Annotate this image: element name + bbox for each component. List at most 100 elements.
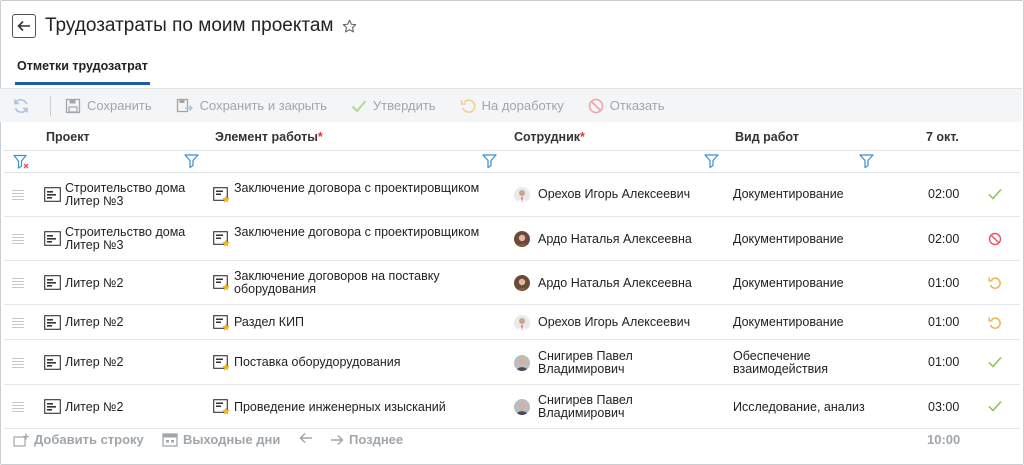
save-button[interactable]: Сохранить bbox=[65, 98, 152, 114]
rework-status-icon[interactable] bbox=[988, 276, 1002, 293]
column-header-work-item[interactable]: Элемент работы* bbox=[215, 130, 323, 144]
rejected-status-icon[interactable] bbox=[988, 232, 1002, 249]
arrow-left-icon bbox=[17, 20, 30, 32]
tabs-bar: Отметки трудозатрат bbox=[15, 59, 150, 87]
grid-body: Строительство дома Литер №3 Заключение дог… bbox=[4, 172, 1020, 429]
table-row[interactable]: Литер №2 Поставка оборудорудования Снигире… bbox=[4, 340, 1020, 385]
work-item-cell[interactable]: Поставка оборудорудования bbox=[234, 356, 401, 369]
column-header-work-type[interactable]: Вид работ bbox=[735, 130, 799, 144]
column-header-employee[interactable]: Сотрудник* bbox=[514, 130, 585, 144]
column-header-project[interactable]: Проект bbox=[46, 130, 90, 144]
work-type-cell[interactable]: Исследование, анализ bbox=[733, 400, 865, 414]
tab-labor-marks[interactable]: Отметки трудозатрат bbox=[15, 59, 150, 85]
approve-label: Утвердить bbox=[372, 98, 436, 113]
employee-cell[interactable]: Ардо Наталья Алексеевна bbox=[538, 232, 692, 246]
grid-header-row: Проект Элемент работы* Сотрудник* Вид ра… bbox=[4, 124, 1020, 150]
employee-cell[interactable]: Снигирев Павел Владимирович bbox=[538, 394, 633, 420]
total-hours: 10:00 bbox=[927, 432, 961, 447]
project-cell[interactable]: Литер №2 bbox=[65, 356, 124, 369]
undo-icon bbox=[460, 98, 476, 113]
project-cell[interactable]: Строительство дома Литер №3 bbox=[65, 181, 185, 208]
grid-footer: Добавить строку Выходные дни Позднее 10:… bbox=[0, 426, 1022, 452]
work-item-cell[interactable]: Раздел КИП bbox=[234, 316, 304, 329]
avatar bbox=[514, 275, 530, 291]
table-row[interactable]: Строительство дома Литер №3 Заключение дог… bbox=[4, 172, 1020, 217]
rework-status-icon[interactable] bbox=[988, 316, 1002, 333]
required-mark: * bbox=[317, 130, 323, 144]
table-row[interactable]: Строительство дома Литер №3 Заключение дог… bbox=[4, 217, 1020, 261]
project-cell[interactable]: Литер №2 bbox=[65, 276, 124, 290]
filter-icon[interactable] bbox=[859, 154, 874, 171]
work-item-cell[interactable]: Проведение инженерных изысканий bbox=[234, 400, 446, 414]
favorite-star-icon[interactable] bbox=[342, 19, 357, 34]
work-type-cell[interactable]: Документирование bbox=[733, 276, 844, 290]
work-item-cell[interactable]: Заключение договора с проектировщиком bbox=[234, 226, 479, 239]
table-row[interactable]: Литер №2 Заключение договоров на поставку… bbox=[4, 261, 1020, 305]
table-row[interactable]: Литер №2 Раздел КИП Орехов Игорь Алексееви… bbox=[4, 305, 1020, 340]
hours-cell[interactable]: 01:00 bbox=[928, 316, 959, 329]
column-header-date[interactable]: 7 окт. bbox=[926, 130, 959, 144]
work-item-icon bbox=[213, 231, 231, 250]
employee-cell[interactable]: Снигирев Павел Владимирович bbox=[538, 349, 633, 376]
add-row-button[interactable]: Добавить строку bbox=[13, 432, 144, 447]
drag-handle-icon[interactable] bbox=[12, 317, 24, 330]
filter-icon[interactable] bbox=[482, 154, 497, 171]
project-cell[interactable]: Строительство дома Литер №3 bbox=[65, 226, 185, 252]
project-icon bbox=[44, 231, 61, 249]
hours-cell[interactable]: 02:00 bbox=[928, 188, 959, 201]
work-item-icon bbox=[213, 186, 231, 206]
project-icon bbox=[44, 354, 61, 373]
calendar-icon bbox=[162, 433, 178, 447]
page-header: Трудозатраты по моим проектам bbox=[12, 12, 357, 40]
previous-button[interactable] bbox=[299, 432, 318, 444]
approved-status-icon[interactable] bbox=[988, 356, 1002, 371]
later-label: Позднее bbox=[349, 432, 404, 447]
drag-handle-icon[interactable] bbox=[12, 402, 24, 414]
clear-filter-icon[interactable] bbox=[13, 154, 31, 173]
employee-cell[interactable]: Ардо Наталья Алексеевна bbox=[538, 276, 692, 290]
approved-status-icon[interactable] bbox=[988, 400, 1002, 415]
work-item-cell[interactable]: Заключение договоров на поставку оборудов… bbox=[234, 270, 440, 296]
drag-handle-icon[interactable] bbox=[12, 234, 24, 246]
work-type-cell[interactable]: Обеспечение взаимодействия bbox=[733, 349, 828, 376]
rework-label: На доработку bbox=[481, 98, 564, 113]
approve-button[interactable]: Утвердить bbox=[351, 98, 436, 113]
approved-status-icon[interactable] bbox=[988, 188, 1002, 203]
employee-cell[interactable]: Орехов Игорь Алексеевич bbox=[538, 188, 690, 201]
employee-cell[interactable]: Орехов Игорь Алексеевич bbox=[538, 316, 690, 329]
refresh-icon bbox=[14, 98, 28, 113]
filter-icon[interactable] bbox=[184, 154, 199, 171]
rework-button[interactable]: На доработку bbox=[460, 98, 564, 114]
table-row[interactable]: Литер №2 Проведение инженерных изысканий С… bbox=[4, 385, 1020, 429]
add-row-label: Добавить строку bbox=[34, 432, 144, 447]
hours-cell[interactable]: 01:00 bbox=[928, 356, 959, 369]
save-close-button[interactable]: Сохранить и закрыть bbox=[176, 98, 327, 114]
reject-button[interactable]: Отказать bbox=[588, 98, 665, 114]
arrow-left-icon bbox=[299, 432, 312, 444]
hours-cell[interactable]: 02:00 bbox=[928, 232, 959, 246]
drag-handle-icon[interactable] bbox=[12, 357, 24, 370]
hours-cell[interactable]: 01:00 bbox=[928, 276, 959, 290]
filter-icon[interactable] bbox=[704, 154, 719, 171]
work-type-cell[interactable]: Документирование bbox=[733, 188, 844, 201]
avatar bbox=[514, 231, 530, 247]
checkmark-icon bbox=[351, 99, 367, 112]
later-button[interactable]: Позднее bbox=[330, 432, 403, 447]
project-cell[interactable]: Литер №2 bbox=[65, 400, 124, 414]
drag-handle-icon[interactable] bbox=[12, 278, 24, 290]
floppy-disk-icon bbox=[65, 98, 81, 113]
work-type-cell[interactable]: Документирование bbox=[733, 232, 844, 246]
days-off-label: Выходные дни bbox=[183, 432, 281, 447]
back-button[interactable] bbox=[12, 14, 36, 38]
filter-row bbox=[4, 150, 1020, 173]
avatar bbox=[514, 399, 530, 415]
refresh-button[interactable] bbox=[12, 97, 36, 115]
hours-cell[interactable]: 03:00 bbox=[928, 400, 959, 414]
work-item-cell[interactable]: Заключение договора с проектировщиком bbox=[234, 181, 479, 195]
save-label: Сохранить bbox=[87, 98, 152, 113]
project-cell[interactable]: Литер №2 bbox=[65, 316, 124, 329]
work-type-cell[interactable]: Документирование bbox=[733, 316, 844, 329]
work-item-icon bbox=[213, 354, 231, 374]
days-off-button[interactable]: Выходные дни bbox=[162, 432, 280, 447]
drag-handle-icon[interactable] bbox=[12, 189, 24, 202]
